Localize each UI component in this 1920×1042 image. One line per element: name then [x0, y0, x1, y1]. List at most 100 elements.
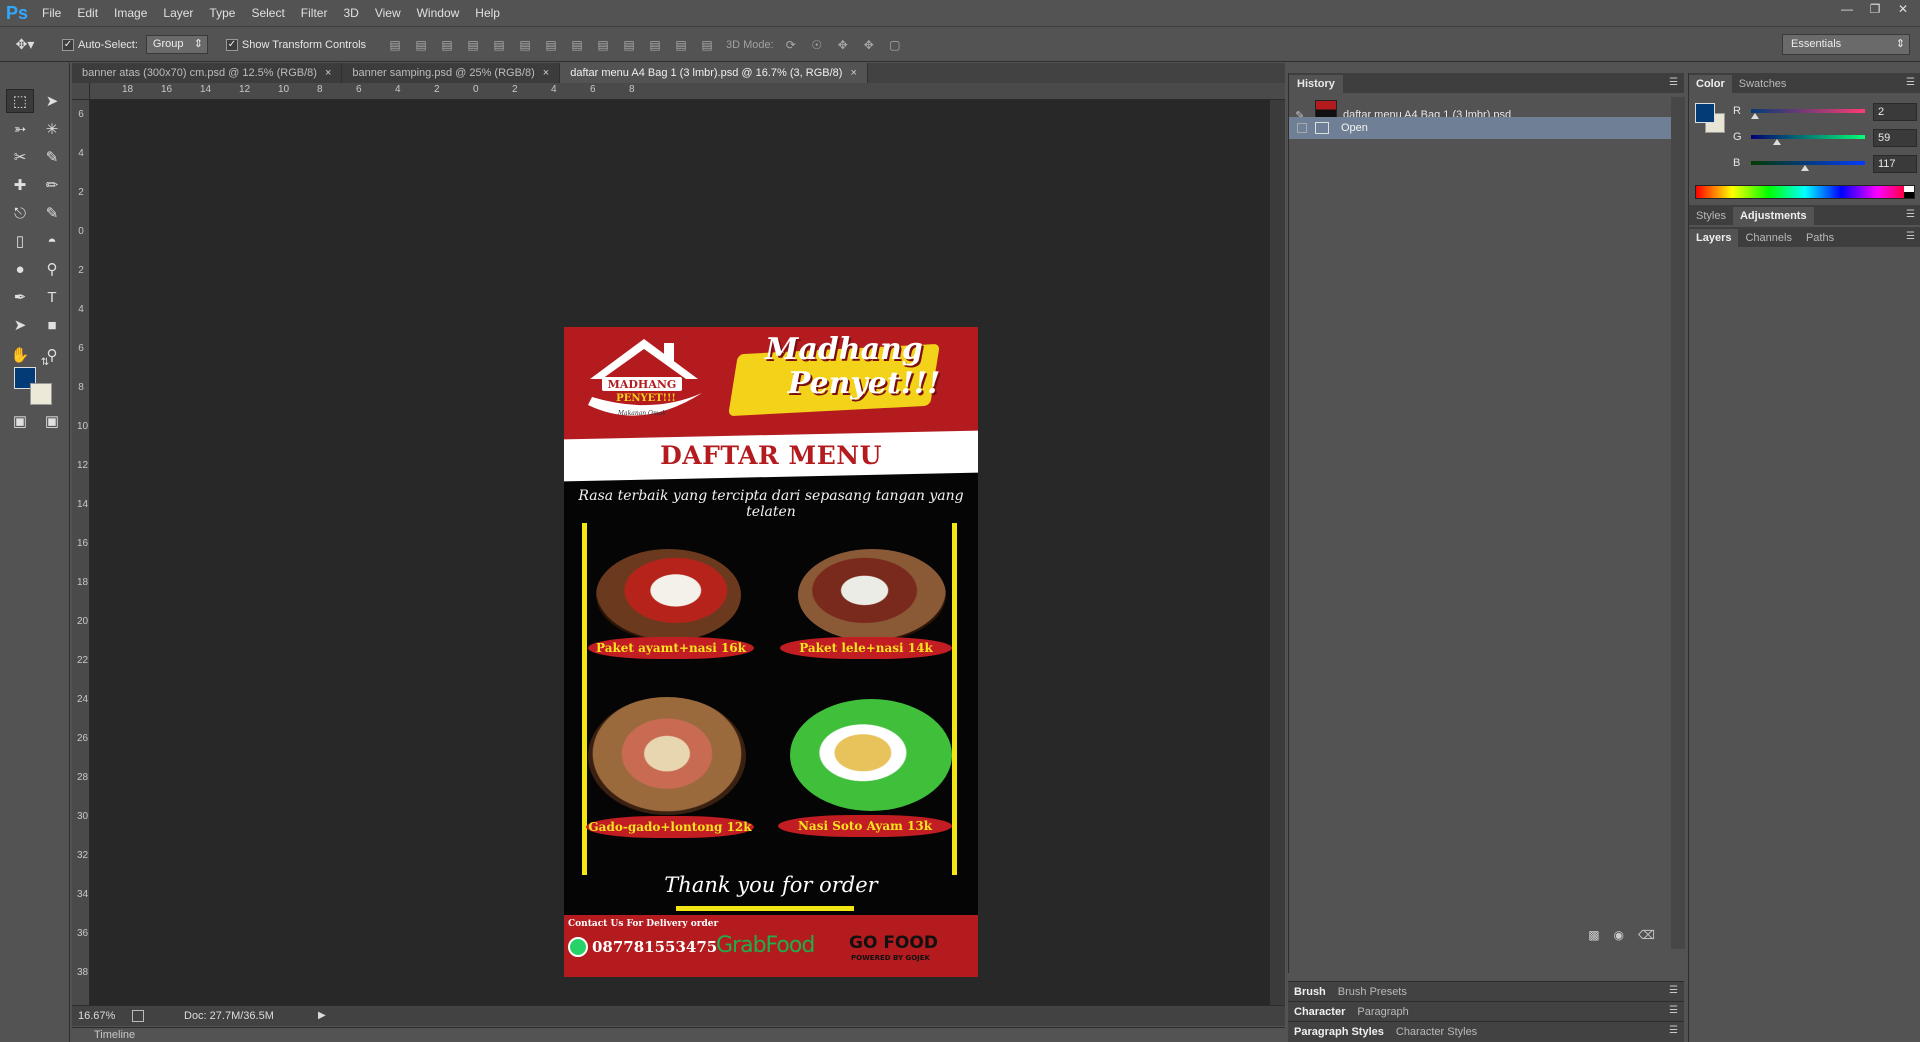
menu-type[interactable]: Type [201, 0, 243, 27]
trash-icon[interactable]: ⌫ [1638, 928, 1655, 942]
3d-slide-icon[interactable]: ✥ [858, 35, 880, 55]
tab-paths[interactable]: Paths [1799, 229, 1841, 247]
auto-select-checkbox[interactable]: ✓ Auto-Select: [62, 38, 138, 51]
green-slider[interactable]: G 59 [1733, 129, 1917, 149]
color-spectrum[interactable] [1695, 185, 1915, 199]
green-value-field[interactable]: 59 [1873, 129, 1917, 147]
dodge-tool-icon[interactable]: ⚲ [38, 257, 66, 281]
marquee-tool-icon[interactable]: ⬚ [6, 89, 34, 113]
history-state-open[interactable]: Open [1289, 117, 1671, 139]
swap-colors-icon[interactable]: ⇅ [38, 355, 52, 369]
tab-daftar-menu[interactable]: daftar menu A4 Bag 1 (3 lmbr).psd @ 16.7… [560, 63, 868, 83]
align-left-icon[interactable]: ▤ [462, 35, 484, 55]
vertical-scrollbar[interactable] [1270, 100, 1285, 1005]
distribute-bottom-icon[interactable]: ▤ [592, 35, 614, 55]
eraser-icon[interactable]: ▯ [6, 229, 34, 253]
brush-tool-icon[interactable]: ✏ [38, 173, 66, 197]
blue-slider[interactable]: B 117 [1733, 155, 1917, 175]
workspace-switcher[interactable]: Essentials ⇕ [1782, 34, 1910, 55]
paint-bucket-icon[interactable]: ◓ [38, 229, 66, 253]
tab-banner-samping[interactable]: banner samping.psd @ 25% (RGB/8) × [342, 63, 561, 83]
red-slider[interactable]: R 2 [1733, 103, 1917, 123]
panel-menu-icon[interactable]: ☰ [1906, 77, 1915, 88]
slider-knob[interactable] [1801, 165, 1809, 171]
close-icon[interactable]: × [850, 63, 856, 83]
menu-help[interactable]: Help [467, 0, 508, 27]
panel-menu-icon[interactable]: ☰ [1906, 231, 1915, 242]
close-icon[interactable]: × [325, 63, 331, 83]
align-hcenter-icon[interactable]: ▤ [488, 35, 510, 55]
distribute-left-icon[interactable]: ▤ [618, 35, 640, 55]
vertical-ruler[interactable]: 6 4 2 0 2 4 6 8 10 12 14 16 18 20 22 24 26 28 30 32 34 36 38 [72, 100, 90, 1005]
tab-brush[interactable]: Brush [1288, 986, 1332, 998]
rectangle-tool-icon[interactable]: ■ [38, 313, 66, 337]
horizontal-ruler[interactable]: 18 16 14 12 10 8 6 4 2 0 2 4 6 8 [90, 83, 1285, 100]
pen-tool-icon[interactable]: ✒ [6, 285, 34, 309]
document-artwork[interactable]: MADHANG PENYET!!! Makanan Omah Madhang P… [564, 327, 978, 977]
tab-color[interactable]: Color [1689, 75, 1732, 93]
quick-mask-icon[interactable]: ▣ [6, 409, 34, 433]
tab-character[interactable]: Character [1288, 1006, 1351, 1018]
history-source-checkbox[interactable] [1297, 123, 1307, 133]
auto-align-icon[interactable]: ▤ [696, 35, 718, 55]
hand-tool-icon[interactable]: ✋ [6, 343, 34, 367]
menu-image[interactable]: Image [106, 0, 155, 27]
tab-adjustments[interactable]: Adjustments [1732, 207, 1814, 225]
align-bottom-icon[interactable]: ▤ [436, 35, 458, 55]
panel-menu-icon[interactable]: ☰ [1906, 209, 1915, 220]
healing-brush-icon[interactable]: ✚ [6, 173, 34, 197]
tab-layers[interactable]: Layers [1689, 229, 1739, 247]
history-brush-icon[interactable]: ✎ [38, 201, 66, 225]
status-menu-arrow-icon[interactable]: ▶ [318, 1010, 326, 1021]
tab-character-styles[interactable]: Character Styles [1390, 1026, 1483, 1038]
red-value-field[interactable]: 2 [1873, 103, 1917, 121]
tab-styles[interactable]: Styles [1689, 207, 1733, 225]
menu-edit[interactable]: Edit [69, 0, 106, 27]
tab-history[interactable]: History [1289, 75, 1343, 93]
3d-scale-icon[interactable]: ▢ [884, 35, 906, 55]
eyedropper-icon[interactable]: ✎ [38, 145, 66, 169]
timeline-panel[interactable]: Timeline [72, 1027, 1285, 1042]
panel-menu-icon[interactable]: ☰ [1669, 985, 1678, 996]
close-icon[interactable]: × [543, 63, 549, 83]
align-vcenter-icon[interactable]: ▤ [410, 35, 432, 55]
slider-knob[interactable] [1773, 139, 1781, 145]
panel-menu-icon[interactable]: ☰ [1669, 1005, 1678, 1016]
type-tool-icon[interactable]: T [38, 285, 66, 309]
screen-mode-icon[interactable]: ▣ [38, 409, 66, 433]
blue-value-field[interactable]: 117 [1873, 155, 1917, 173]
transform-controls-checkbox[interactable]: ✓ Show Transform Controls [225, 38, 366, 51]
menu-layer[interactable]: Layer [155, 0, 201, 27]
auto-select-dropdown[interactable]: Group ⇕ [145, 35, 208, 54]
canvas-area[interactable]: MADHANG PENYET!!! Makanan Omah Madhang P… [90, 100, 1285, 1005]
minimize-icon[interactable]: — [1834, 0, 1860, 18]
tab-paragraph[interactable]: Paragraph [1351, 1006, 1414, 1018]
restore-icon[interactable]: ❐ [1862, 0, 1888, 18]
3d-roll-icon[interactable]: ☉ [806, 35, 828, 55]
move-tool-preset-icon[interactable]: ✥▾ [0, 32, 50, 58]
slider-knob[interactable] [1751, 113, 1759, 119]
clone-stamp-icon[interactable]: ⎋ [6, 201, 34, 225]
status-options-icon[interactable] [132, 1010, 144, 1022]
camera-icon[interactable]: ◉ [1614, 928, 1624, 942]
background-color-swatch[interactable] [30, 383, 52, 405]
blur-tool-icon[interactable]: ● [6, 257, 34, 281]
crop-tool-icon[interactable]: ✂ [6, 145, 34, 169]
tab-swatches[interactable]: Swatches [1732, 75, 1794, 93]
align-right-icon[interactable]: ▤ [514, 35, 536, 55]
path-selection-icon[interactable]: ➤ [6, 313, 34, 337]
lasso-tool-icon[interactable]: ➳ [6, 117, 34, 141]
new-document-from-state-icon[interactable]: ▩ [1588, 928, 1599, 942]
panel-menu-icon[interactable]: ☰ [1669, 77, 1678, 88]
magic-wand-icon[interactable]: ✳ [38, 117, 66, 141]
tab-paragraph-styles[interactable]: Paragraph Styles [1288, 1026, 1390, 1038]
ruler-corner[interactable] [72, 83, 90, 100]
menu-window[interactable]: Window [409, 0, 468, 27]
menu-select[interactable]: Select [243, 0, 292, 27]
distribute-right-icon[interactable]: ▤ [670, 35, 692, 55]
history-scrollbar[interactable] [1671, 97, 1685, 949]
align-top-icon[interactable]: ▤ [384, 35, 406, 55]
zoom-level[interactable]: 16.67% [72, 1010, 126, 1022]
tab-channels[interactable]: Channels [1738, 229, 1798, 247]
close-icon[interactable]: ✕ [1890, 0, 1916, 18]
